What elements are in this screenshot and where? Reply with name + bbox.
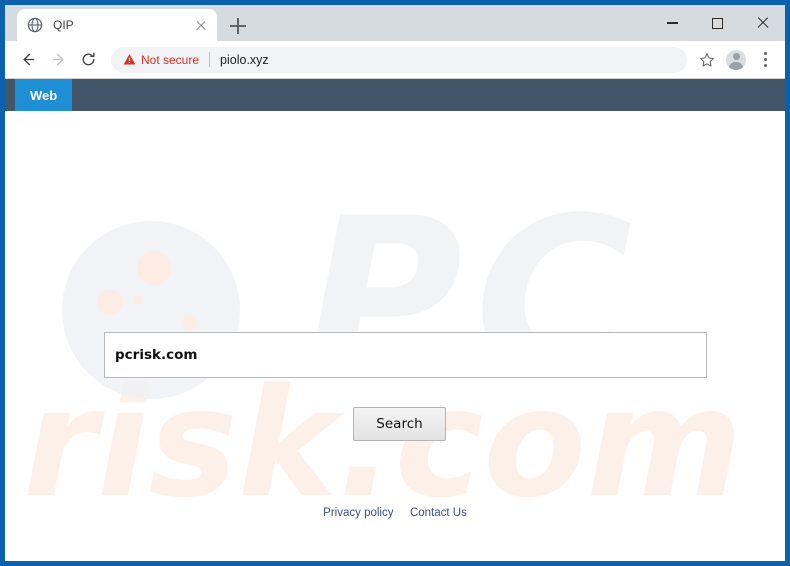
window-controls — [650, 5, 785, 41]
security-label: Not secure — [141, 52, 200, 67]
bookmark-button[interactable] — [693, 46, 721, 74]
security-status[interactable]: Not secure — [123, 53, 199, 67]
avatar-icon — [726, 49, 746, 70]
three-dots-menu-icon — [763, 58, 767, 61]
back-arrow-icon — [23, 53, 34, 66]
url-text: piolo.xyz — [220, 52, 269, 67]
back-button[interactable] — [13, 45, 43, 75]
three-dots-menu-icon — [763, 52, 767, 56]
privacy-policy-link[interactable]: Privacy policy — [323, 507, 393, 519]
footer-links: Privacy policy Contact Us — [5, 503, 785, 521]
address-bar[interactable]: Not secure piolo.xyz — [111, 46, 687, 73]
maximize-icon[interactable] — [695, 6, 740, 40]
nav-tab-web[interactable]: Web — [15, 79, 73, 111]
reload-button[interactable] — [73, 45, 103, 75]
forward-button[interactable] — [43, 45, 73, 75]
watermark-dot — [182, 315, 197, 330]
tab-title: QIP — [53, 18, 74, 32]
browser-menu-button[interactable] — [751, 45, 779, 75]
close-window-icon[interactable] — [740, 6, 785, 40]
watermark-dot — [137, 251, 171, 285]
omnibox-divider — [209, 52, 211, 67]
globe-icon — [27, 17, 43, 33]
browser-window: QIP Not secure piolo.xyz Web PC risk.com… — [0, 0, 790, 566]
search-input[interactable]: pcrisk.com — [104, 332, 707, 378]
profile-button[interactable] — [721, 45, 751, 75]
site-nav-bar: Web — [5, 79, 785, 111]
contact-us-link[interactable]: Contact Us — [410, 507, 467, 519]
reload-icon — [82, 52, 95, 66]
search-button[interactable]: Search — [353, 407, 446, 441]
new-tab-button[interactable] — [227, 15, 249, 37]
browser-tab[interactable]: QIP — [17, 9, 217, 41]
warning-triangle-icon — [123, 54, 136, 65]
star-icon — [700, 52, 714, 67]
browser-toolbar: Not secure piolo.xyz — [5, 41, 785, 79]
tab-close-icon[interactable] — [193, 17, 209, 33]
minimize-icon[interactable] — [650, 6, 695, 40]
three-dots-menu-icon — [763, 63, 767, 67]
tab-strip: QIP — [5, 5, 785, 41]
forward-arrow-icon — [52, 53, 63, 66]
watermark-dot — [133, 295, 143, 305]
watermark-dot — [97, 289, 123, 315]
page-content: PC risk.com pcrisk.com Search Privacy po… — [5, 111, 785, 541]
search-input-value: pcrisk.com — [115, 347, 198, 363]
